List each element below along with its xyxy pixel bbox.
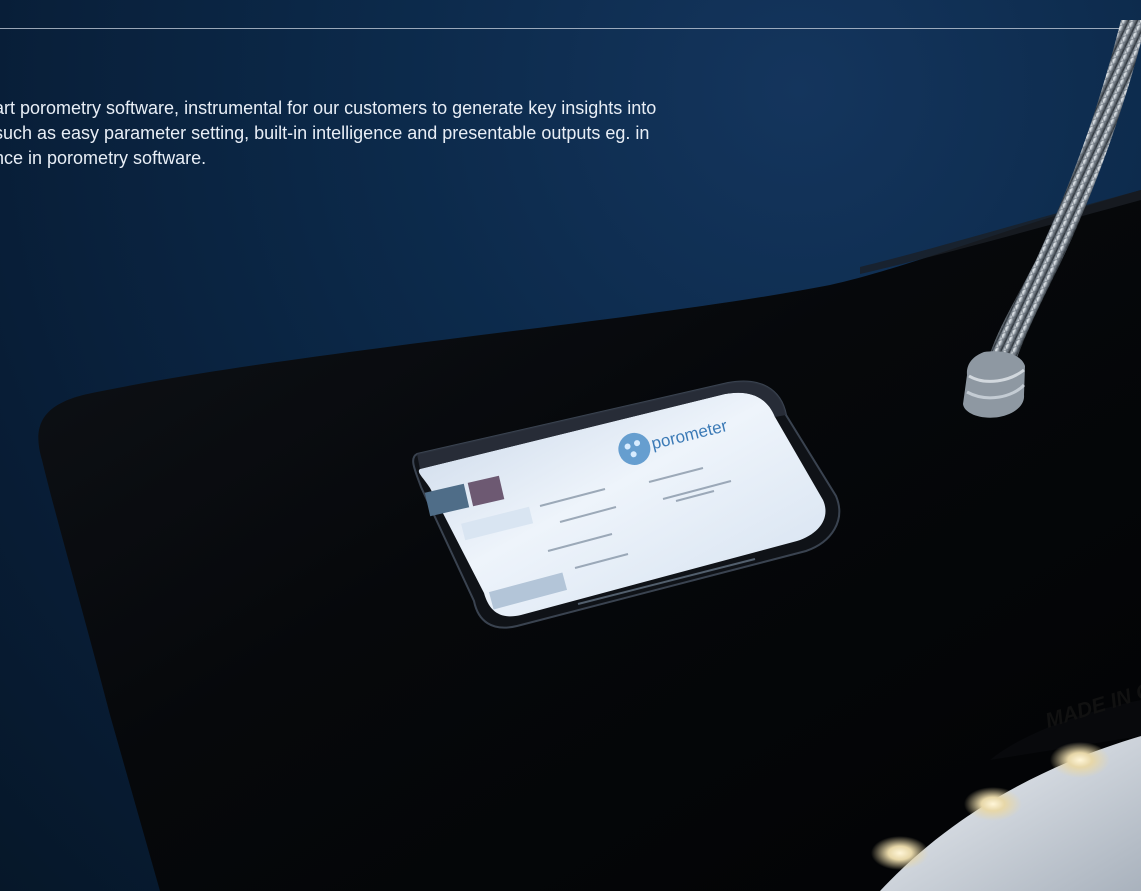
led-light-2 [964,787,1022,821]
gooseneck-base [963,351,1025,418]
porometer-device-photo: MADE IN G porometer [0,0,1141,891]
led-light-3 [871,836,929,870]
product-image-section: art porometry software, instrumental for… [0,0,1141,891]
device-illustration: MADE IN G porometer [38,20,1141,891]
led-light-1 [1050,742,1110,778]
